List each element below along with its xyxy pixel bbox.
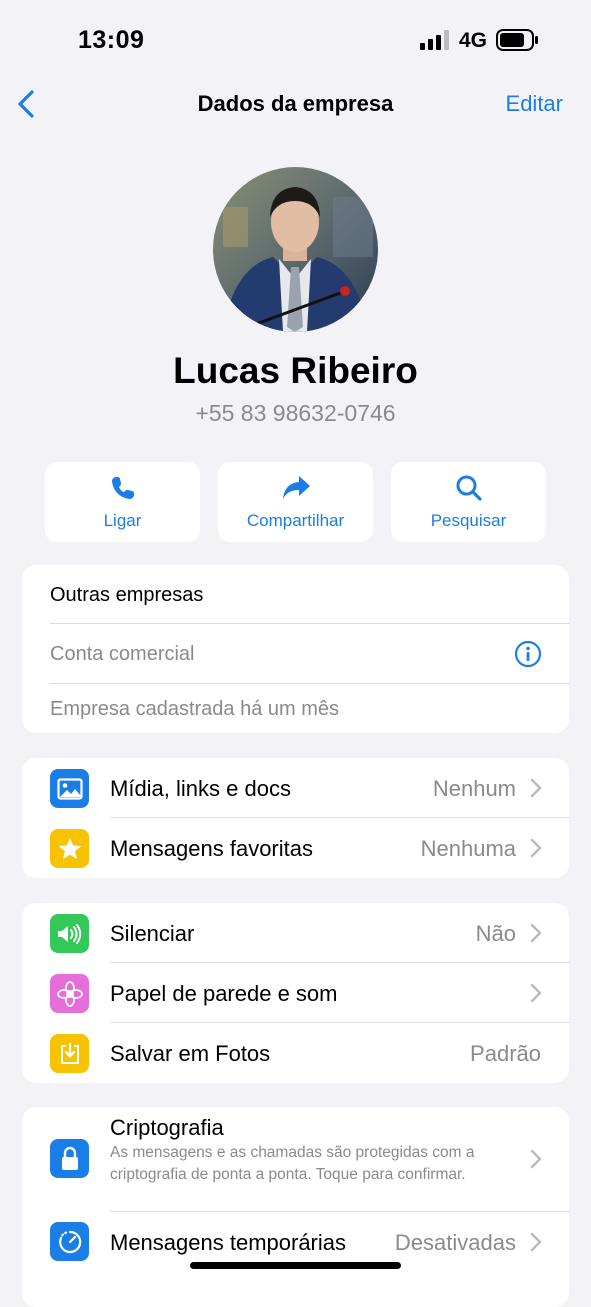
search-button[interactable]: Pesquisar [391, 462, 546, 542]
encryption-description: As mensagens e as chamadas são protegida… [110, 1144, 475, 1183]
divider [50, 683, 569, 684]
status-time: 13:09 [78, 26, 145, 54]
encryption-row[interactable]: Criptografia As mensagens e as chamadas … [22, 1107, 569, 1211]
search-icon [456, 475, 482, 501]
save-download-icon [50, 1034, 89, 1073]
contact-phone: +55 83 98632-0746 [195, 400, 396, 426]
chevron-right-icon [530, 983, 542, 1003]
call-button[interactable]: Ligar [45, 462, 200, 542]
privacy-card: Criptografia As mensagens e as chamadas … [22, 1107, 569, 1307]
save-photos-value: Padrão [470, 1041, 541, 1066]
wallpaper-sound-row[interactable]: Papel de parede e som [22, 963, 569, 1023]
signal-bars-icon [420, 30, 449, 50]
starred-messages-row[interactable]: Mensagens favoritas Nenhuma [22, 818, 569, 878]
avatar[interactable] [213, 167, 378, 332]
chevron-right-icon [530, 1232, 542, 1252]
page-title: Dados da empresa [197, 91, 394, 116]
timer-icon [50, 1222, 89, 1261]
disappearing-value: Desativadas [394, 1230, 516, 1255]
account-type: Conta comercial [50, 643, 195, 665]
contact-name: Lucas Ribeiro [173, 350, 418, 391]
search-label: Pesquisar [430, 511, 507, 530]
share-label: Compartilhar [246, 511, 345, 530]
mute-value: Não [475, 921, 516, 946]
mute-row[interactable]: Silenciar Não [22, 903, 569, 963]
starred-label: Mensagens favoritas [110, 836, 313, 861]
media-value: Nenhum [432, 776, 516, 801]
business-info-card: Outras empresas Conta comercial Empresa … [22, 565, 569, 733]
chevron-right-icon [530, 1149, 542, 1169]
mute-label: Silenciar [110, 921, 195, 946]
chevron-right-icon [530, 923, 542, 943]
save-to-photos-row[interactable]: Salvar em Fotos Padrão [22, 1023, 569, 1083]
media-label: Mídia, links e docs [110, 776, 291, 801]
media-links-docs-row[interactable]: Mídia, links e docs Nenhum [22, 758, 569, 818]
save-photos-label: Salvar em Fotos [110, 1041, 271, 1066]
wallpaper-label: Papel de parede e som [110, 981, 338, 1006]
battery-icon [496, 29, 538, 51]
business-category: Outras empresas [50, 584, 204, 606]
home-indicator[interactable] [190, 1262, 401, 1269]
settings-card: Silenciar Não Papel de parede e som Salv… [22, 903, 569, 1083]
info-icon[interactable] [514, 640, 542, 668]
edit-button[interactable]: Editar [506, 91, 563, 117]
disappearing-label: Mensagens temporárias [110, 1230, 347, 1255]
share-arrow-icon [282, 476, 310, 499]
lock-icon [50, 1139, 89, 1178]
media-card: Mídia, links e docs Nenhum Mensagens fav… [22, 758, 569, 878]
phone-icon [111, 477, 134, 499]
registered-since: Empresa cadastrada há um mês [50, 698, 340, 720]
star-icon [50, 829, 89, 868]
business-account-row[interactable]: Conta comercial [22, 624, 569, 683]
chevron-right-icon [530, 778, 542, 798]
speaker-icon [50, 914, 89, 953]
flower-icon [50, 974, 89, 1013]
network-type: 4G [459, 29, 488, 52]
starred-value: Nenhuma [420, 836, 516, 861]
share-button[interactable]: Compartilhar [218, 462, 373, 542]
encryption-label: Criptografia [110, 1115, 224, 1140]
photo-icon [50, 769, 89, 808]
call-label: Ligar [103, 511, 142, 530]
chevron-right-icon [530, 838, 542, 858]
